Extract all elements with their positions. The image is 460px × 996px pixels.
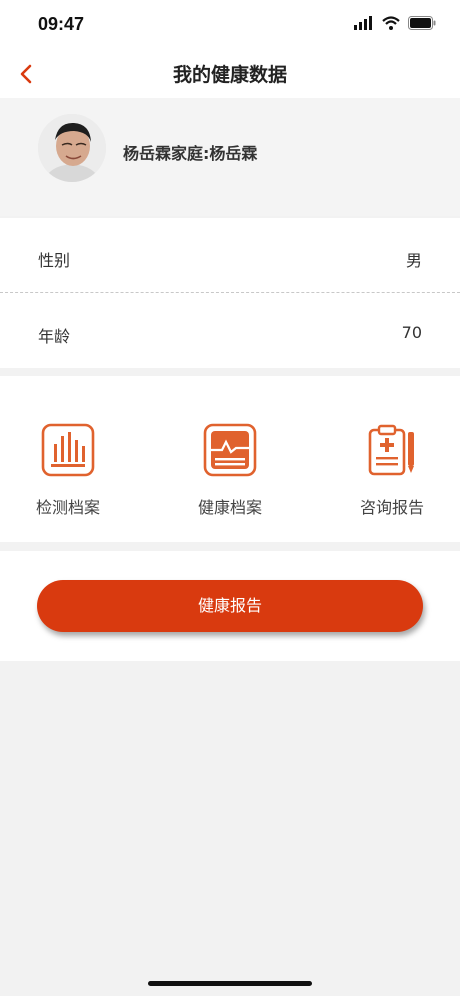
divider: [0, 292, 460, 293]
age-label: 年龄: [38, 327, 71, 346]
function-grid: 检测档案 健康档案 咨询报告: [0, 376, 460, 542]
grid-item-consult-report[interactable]: 咨询报告: [332, 422, 452, 518]
gender-label: 性别: [38, 251, 71, 270]
signal-icon: [354, 16, 372, 30]
avatar[interactable]: [38, 114, 106, 182]
grid-label: 健康档案: [197, 498, 262, 517]
health-chart-icon: [203, 423, 257, 477]
nav-bar: 我的健康数据: [0, 50, 460, 98]
grid-label: 咨询报告: [359, 498, 424, 517]
age-row: 年龄 70: [0, 294, 460, 368]
bar-chart-icon: [41, 423, 95, 477]
battery-icon: [408, 16, 436, 30]
button-card: 健康报告: [0, 551, 460, 661]
avatar-image: [38, 114, 106, 182]
gender-row: 性别 男: [0, 218, 460, 292]
medical-clipboard-icon: [368, 424, 414, 476]
page-title: 我的健康数据: [172, 64, 287, 86]
home-indicator: [148, 981, 312, 986]
status-time: 09:47: [38, 14, 85, 34]
status-icons: [354, 16, 436, 30]
wifi-icon: [382, 16, 400, 30]
info-card: 性别 男 年龄 70: [0, 218, 460, 368]
status-bar: 09:47: [0, 0, 460, 50]
profile-header: 杨岳霖家庭:杨岳霖: [0, 98, 460, 216]
grid-label: 检测档案: [35, 498, 100, 517]
profile-name: 杨岳霖家庭:杨岳霖: [123, 144, 258, 163]
gender-value: 男: [405, 251, 422, 270]
grid-item-detection-records[interactable]: 检测档案: [8, 422, 128, 518]
health-report-button[interactable]: 健康报告: [37, 580, 423, 632]
age-value: 70: [401, 323, 422, 342]
grid-item-health-records[interactable]: 健康档案: [170, 422, 290, 518]
